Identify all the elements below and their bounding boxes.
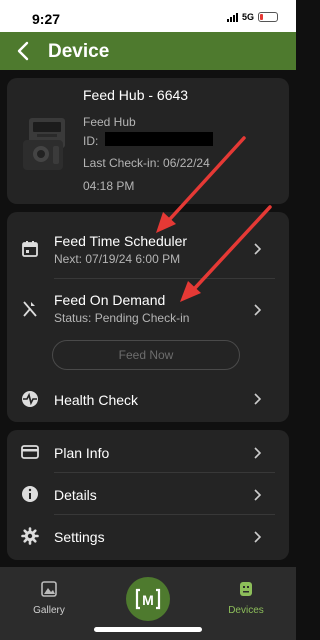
tab-gallery[interactable]: Gallery [19,581,79,616]
plan-info-label: Plan Info [54,445,110,461]
feed-hub-device-image [21,116,69,172]
center-home-button[interactable]: M [126,577,170,621]
brand-logo-icon: M [135,588,161,610]
divider [54,514,275,515]
chevron-right-icon [254,304,261,316]
app-header: Device [0,32,296,70]
home-indicator [94,627,202,632]
feed-on-demand-status: Status: Pending Check-in [54,311,190,325]
feed-time-scheduler-row[interactable]: Feed Time Scheduler Next: 07/19/24 6:00 … [7,212,289,276]
chevron-left-icon [17,41,29,61]
health-check-row[interactable]: Health Check [7,380,289,420]
network-type: 5G [241,12,254,22]
settings-row[interactable]: Settings [7,516,289,556]
back-button[interactable] [14,38,36,64]
devices-icon [240,582,252,596]
feed-on-demand-row[interactable]: Feed On Demand Status: Pending Check-in [7,280,289,334]
tab-gallery-label: Gallery [33,605,65,616]
feed-on-demand-icon [23,301,37,317]
feeding-card: Feed Time Scheduler Next: 07/19/24 6:00 … [7,212,289,422]
health-check-label: Health Check [54,392,139,408]
gear-icon [21,527,39,545]
page-title: Device [48,41,110,62]
signal-icon [226,12,238,22]
chevron-right-icon [254,447,261,459]
status-time: 9:27 [32,11,61,27]
details-row[interactable]: Details [7,474,289,514]
details-label: Details [54,487,97,503]
divider [54,472,275,473]
gallery-icon [41,581,57,597]
device-id-label: ID: [83,134,99,148]
status-bar: 9:27 5G [0,0,296,32]
feed-now-button[interactable]: Feed Now [52,340,240,370]
battery-icon [258,12,278,22]
next-feed-time: Next: 07/19/24 6:00 PM [54,252,181,266]
status-icons: 5G [226,12,278,22]
device-name: Feed Hub - 6643 [83,87,189,103]
brand-logo-letter: M [142,592,154,608]
feed-time-scheduler-label: Feed Time Scheduler [54,233,188,249]
chevron-right-icon [254,531,261,543]
device-type: Feed Hub [83,115,136,129]
chevron-right-icon [254,489,261,501]
tab-devices-label: Devices [228,605,264,616]
last-checkin: Last Check-in: 06/22/24 [83,156,210,170]
last-checkin-time: 04:18 PM [83,179,135,193]
health-check-icon [22,391,38,407]
credit-card-icon [21,445,39,459]
redacted-device-id [105,132,213,146]
menu-card: Plan Info Details Settings [7,430,289,560]
divider [54,278,275,279]
tab-devices[interactable]: Devices [216,581,276,616]
plan-info-row[interactable]: Plan Info [7,432,289,472]
chevron-right-icon [254,243,261,255]
chevron-right-icon [254,393,261,405]
settings-label: Settings [54,529,105,545]
info-icon [22,486,38,502]
device-card: Feed Hub - 6643 Feed Hub ID: Last Check-… [7,78,289,204]
calendar-icon [22,241,38,257]
feed-on-demand-label: Feed On Demand [54,292,166,308]
